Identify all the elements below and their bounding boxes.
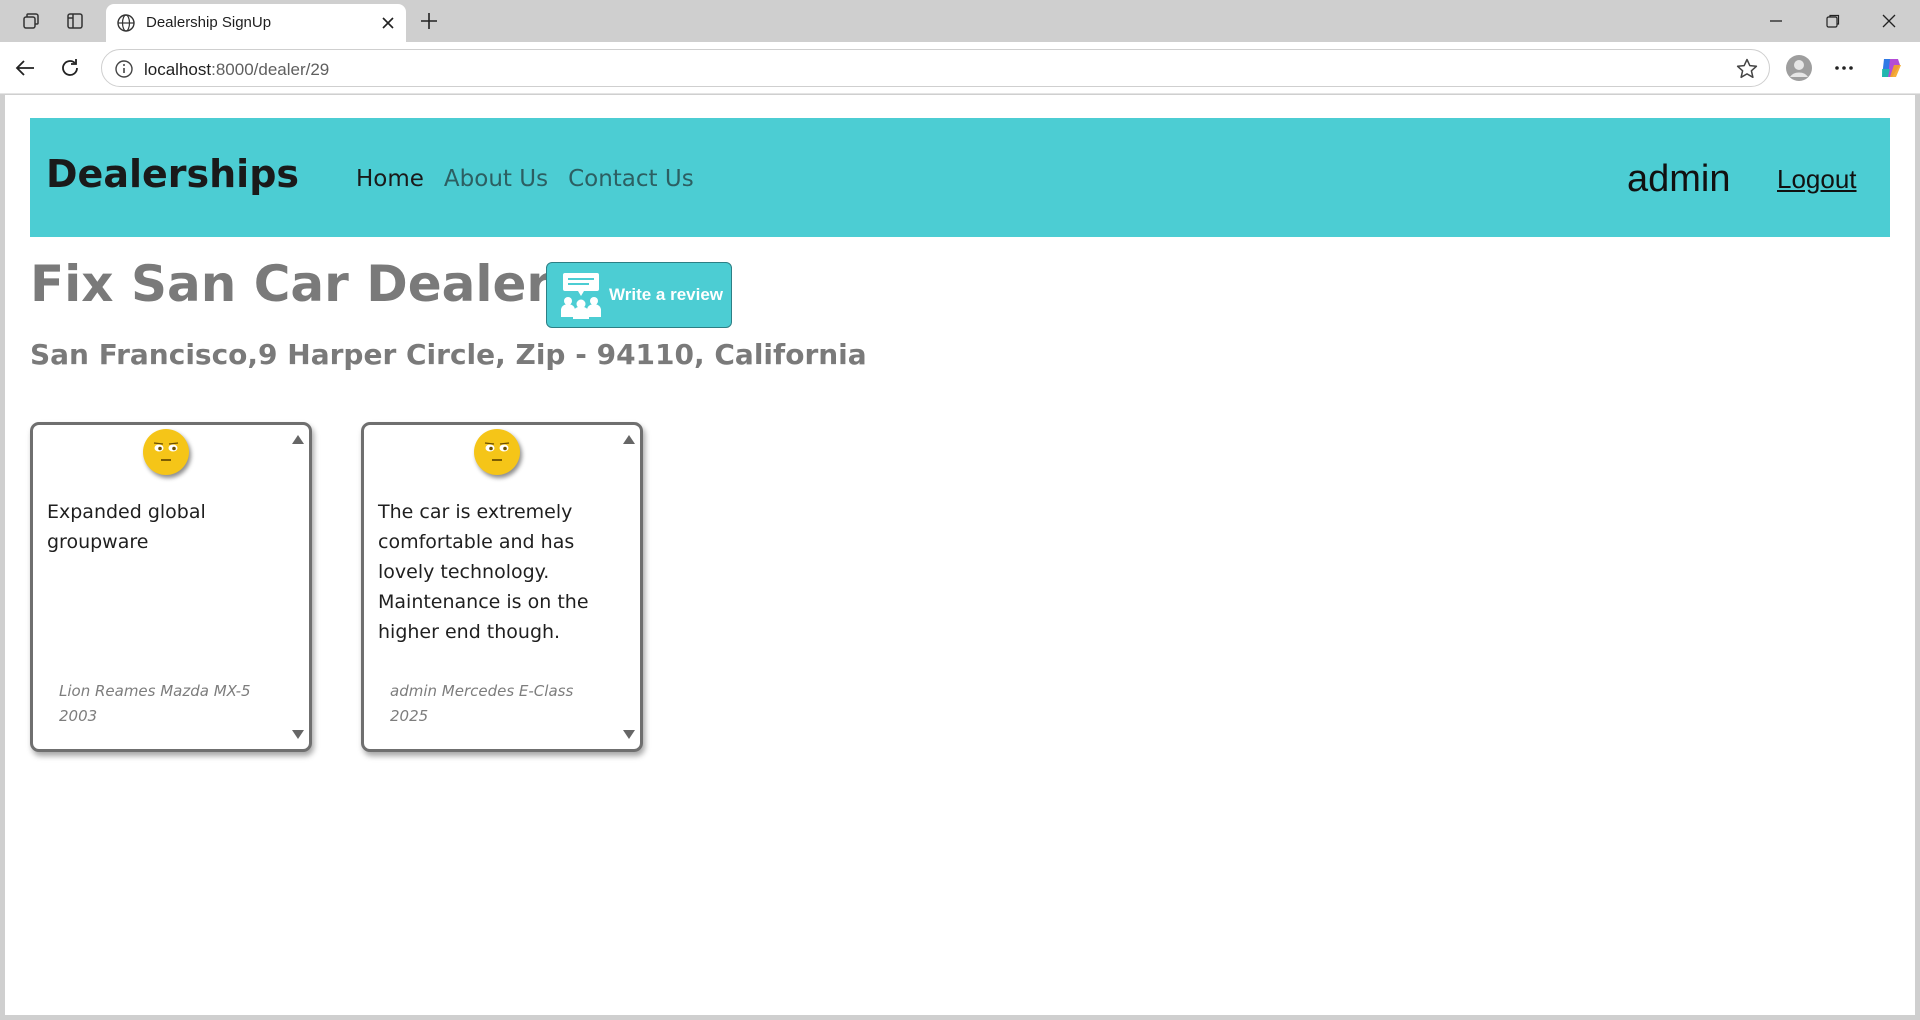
nav-link-home[interactable]: Home xyxy=(356,166,424,192)
review-car-year: 2025 xyxy=(390,707,429,725)
review-text: Expanded global groupware xyxy=(47,501,206,553)
nav-link-contact-us[interactable]: Contact Us xyxy=(568,166,694,192)
neutral-face-icon xyxy=(474,429,520,475)
restore-icon[interactable] xyxy=(1813,6,1853,36)
write-review-button[interactable]: Write a review xyxy=(546,262,732,328)
minimize-icon[interactable] xyxy=(1756,6,1796,36)
review-text: The car is extremely comfortable and has… xyxy=(378,501,589,643)
scroll-down-arrow-icon[interactable] xyxy=(291,729,305,741)
site-info-icon[interactable] xyxy=(114,59,134,79)
browser-toolbar: localhost:8000/dealer/29 xyxy=(0,42,1920,94)
copilot-icon[interactable] xyxy=(1874,51,1908,85)
review-author: admin Mercedes E-Class 2025 xyxy=(390,679,590,729)
url-host: localhost xyxy=(144,60,212,79)
logout-link[interactable]: Logout xyxy=(1777,164,1857,195)
nav-links: Home About Us Contact Us xyxy=(356,166,694,192)
workspaces-icon[interactable] xyxy=(16,6,46,36)
browser-tab-bar: Dealership SignUp xyxy=(0,0,1920,42)
url-text: localhost:8000/dealer/29 xyxy=(144,60,329,80)
brand-title[interactable]: Dealerships xyxy=(46,152,299,196)
back-arrow-icon[interactable] xyxy=(8,51,42,85)
more-menu-icon[interactable] xyxy=(1827,51,1861,85)
neutral-face-icon xyxy=(143,429,189,475)
review-author-car: admin Mercedes E-Class xyxy=(390,682,574,700)
scroll-down-arrow-icon[interactable] xyxy=(622,729,636,741)
new-tab-icon[interactable] xyxy=(414,6,444,36)
review-people-icon xyxy=(561,273,601,319)
username: admin xyxy=(1627,158,1731,200)
review-card[interactable]: Expanded global groupware Lion Reames Ma… xyxy=(30,422,312,752)
close-window-icon[interactable] xyxy=(1869,6,1909,36)
address-bar[interactable]: localhost:8000/dealer/29 xyxy=(101,49,1770,87)
vertical-tabs-icon[interactable] xyxy=(60,6,90,36)
nav-link-about-us[interactable]: About Us xyxy=(444,166,548,192)
write-review-label: Write a review xyxy=(609,285,724,304)
top-navbar: Dealerships Home About Us Contact Us adm… xyxy=(30,118,1890,237)
scroll-up-arrow-icon[interactable] xyxy=(291,433,305,445)
profile-avatar-icon[interactable] xyxy=(1782,51,1816,85)
review-author-car: Lion Reames Mazda MX-5 xyxy=(59,682,251,700)
tab-title: Dealership SignUp xyxy=(146,14,272,31)
review-car-year: 2003 xyxy=(59,707,98,725)
active-tab[interactable]: Dealership SignUp xyxy=(106,4,406,42)
page-viewport: Dealerships Home About Us Contact Us adm… xyxy=(5,95,1915,1015)
close-tab-icon[interactable] xyxy=(378,13,398,33)
review-author: Lion Reames Mazda MX-5 2003 xyxy=(59,679,259,729)
dealer-address: San Francisco,9 Harper Circle, Zip - 941… xyxy=(30,338,867,371)
scroll-up-arrow-icon[interactable] xyxy=(622,433,636,445)
refresh-icon[interactable] xyxy=(53,51,87,85)
globe-icon xyxy=(117,14,135,32)
url-path: :8000/dealer/29 xyxy=(211,60,330,79)
review-card[interactable]: The car is extremely comfortable and has… xyxy=(361,422,643,752)
favorite-star-icon[interactable] xyxy=(1735,57,1759,81)
